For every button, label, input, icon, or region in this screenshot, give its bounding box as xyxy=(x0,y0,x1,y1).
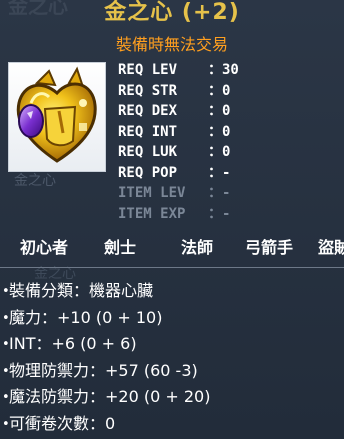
req-int-value: 0 xyxy=(222,123,231,140)
job-warrior: 劍士 xyxy=(104,238,137,257)
property-text: 魔法防禦力：+20 (0 + 20) xyxy=(9,387,211,406)
req-pop-label: REQ POP xyxy=(118,164,178,181)
separator: ： xyxy=(208,164,222,181)
item-exp-value: - xyxy=(222,205,231,222)
item-lev-value: - xyxy=(222,185,231,201)
item-name: 金之心 (+2) xyxy=(104,0,240,25)
section-divider xyxy=(0,267,344,268)
bullet-icon: • xyxy=(2,310,10,326)
req-pop-row: REQ POP ：- xyxy=(118,163,239,184)
property-row: •魔力：+10 (0 + 10) xyxy=(2,305,210,332)
req-int-row: REQ INT ：0 xyxy=(118,122,239,143)
req-luk-label: REQ LUK xyxy=(118,144,178,160)
req-dex-label: REQ DEX xyxy=(118,103,178,119)
separator: ： xyxy=(208,205,222,222)
bullet-icon: • xyxy=(2,284,10,299)
req-pop-value: - xyxy=(222,164,231,181)
separator: ： xyxy=(208,185,222,201)
item-lev-row: ITEM LEV ：- xyxy=(118,183,239,204)
item-lev-label: ITEM LEV xyxy=(118,185,186,201)
trade-restriction: 裝備時無法交易 xyxy=(115,35,228,54)
req-lev-row: REQ LEV ：30 xyxy=(118,60,239,81)
separator: ： xyxy=(208,62,222,78)
property-row: •可衝卷次數：0 xyxy=(2,411,210,438)
req-str-row: REQ STR ：0 xyxy=(118,81,239,102)
property-list: •裝備分類：機器心臟 •魔力：+10 (0 + 10) •INT：+6 (0 +… xyxy=(2,278,210,437)
req-str-label: REQ STR xyxy=(118,82,178,99)
golden-heart-icon xyxy=(16,66,97,163)
item-icon-frame xyxy=(8,62,106,172)
bullet-icon: • xyxy=(2,337,10,352)
req-lev-value: 30 xyxy=(222,62,239,78)
property-text: 物理防禦力：+57 (60 -3) xyxy=(9,360,198,380)
req-str-value: 0 xyxy=(222,82,231,99)
property-text: 可衝卷次數：0 xyxy=(9,413,116,433)
separator: ： xyxy=(208,123,222,140)
separator: ： xyxy=(208,82,222,99)
property-row: •裝備分類：機器心臟 xyxy=(2,278,210,305)
req-dex-row: REQ DEX ：0 xyxy=(118,101,239,122)
item-exp-label: ITEM EXP xyxy=(118,205,186,222)
bullet-icon: • xyxy=(2,416,10,432)
req-luk-value: 0 xyxy=(222,144,231,160)
job-magician: 法師 xyxy=(181,238,214,257)
req-lev-label: REQ LEV xyxy=(118,62,178,78)
job-beginner: 初心者 xyxy=(20,238,69,257)
property-row: •INT：+6 (0 + 6) xyxy=(2,331,210,358)
req-luk-row: REQ LUK ：0 xyxy=(118,142,239,163)
req-int-label: REQ INT xyxy=(118,123,178,140)
separator: ： xyxy=(208,144,222,160)
req-dex-value: 0 xyxy=(222,103,231,119)
property-text: 裝備分類：機器心臟 xyxy=(9,281,154,300)
job-list: 初心者 劍士 法師 弓箭手 盜賊 xyxy=(0,234,344,260)
property-row: •物理防禦力：+57 (60 -3) xyxy=(2,358,210,385)
requirements-list: REQ LEV ：30 REQ STR ：0 REQ DEX ：0 REQ INT ：0… xyxy=(118,60,239,224)
bullet-icon: • xyxy=(2,363,10,379)
item-tooltip: 金之心 金之心 (+2) 裝備時無法交易 金之心 REQ LEV ：30 REQ… xyxy=(0,0,344,439)
property-row: •魔法防禦力：+20 (0 + 20) xyxy=(2,384,210,411)
separator: ： xyxy=(208,103,222,119)
item-icon-caption: 金之心 xyxy=(14,173,56,189)
job-bowman: 弓箭手 xyxy=(245,238,294,257)
property-text: 魔力：+10 (0 + 10) xyxy=(9,307,163,327)
property-text: INT：+6 (0 + 6) xyxy=(9,334,137,353)
bullet-icon: • xyxy=(2,390,10,405)
job-thief: 盜賊 xyxy=(318,238,344,257)
item-exp-row: ITEM EXP ：- xyxy=(118,204,239,225)
